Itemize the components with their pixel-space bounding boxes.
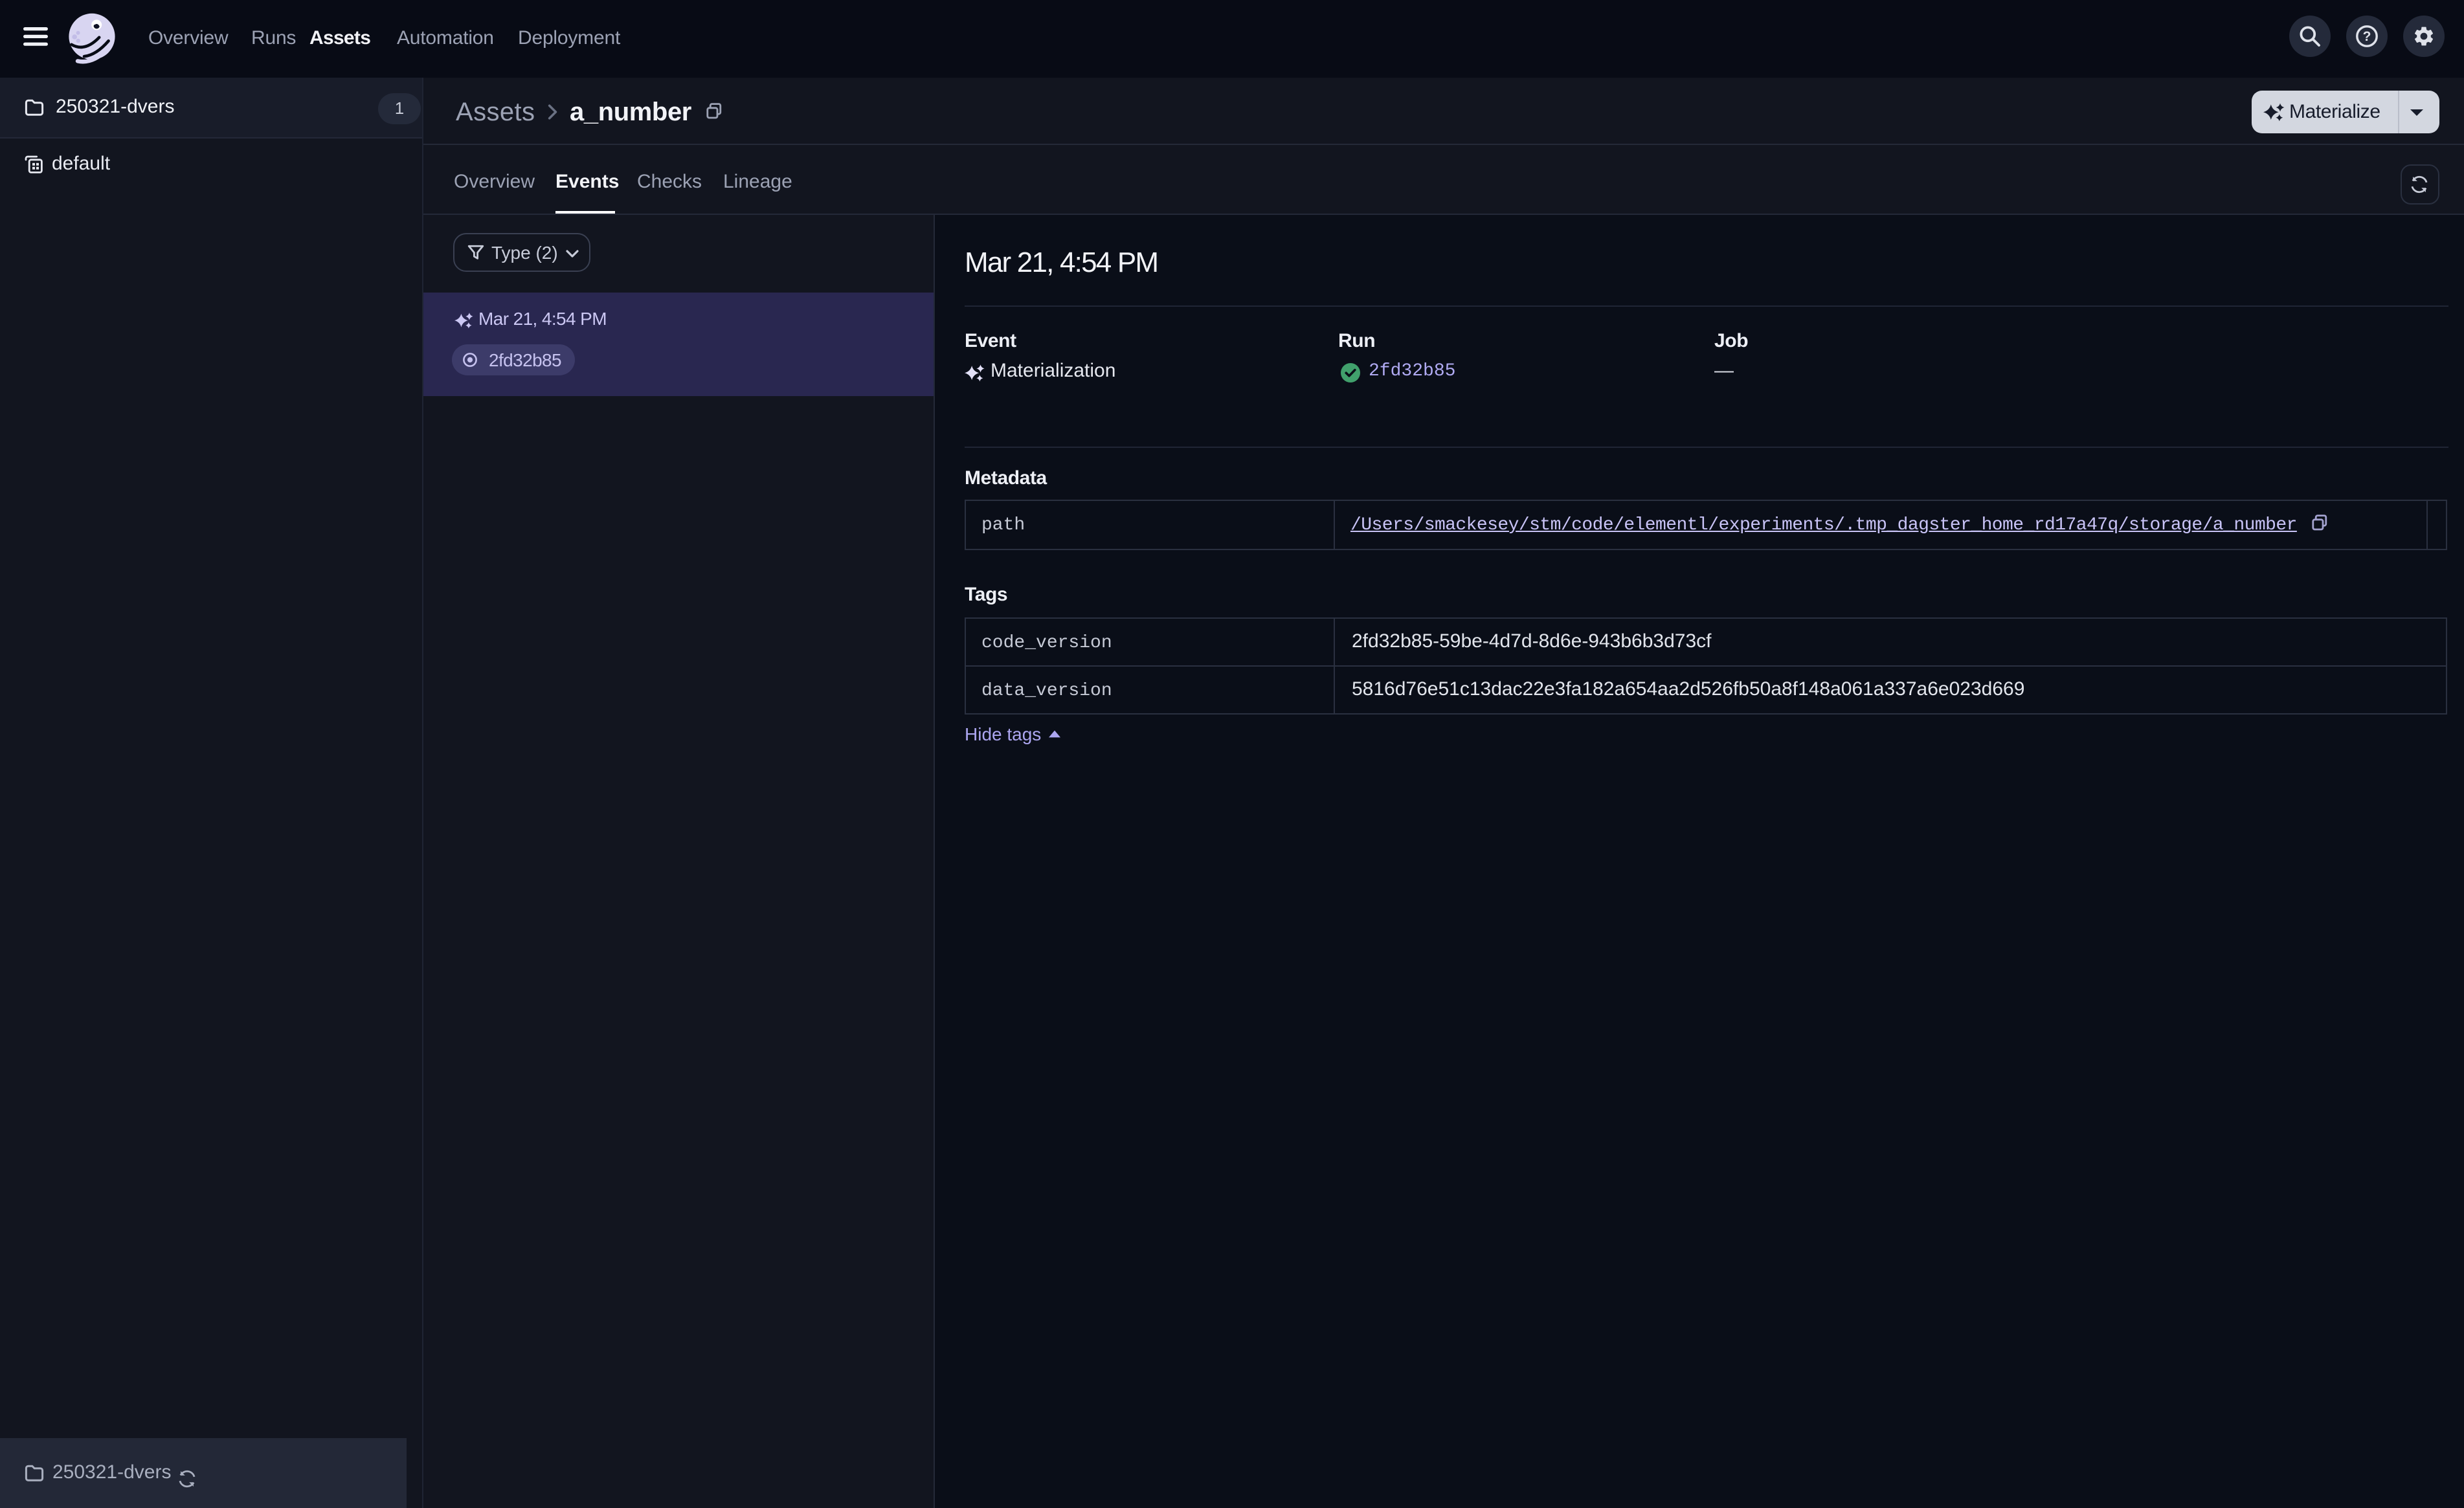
svg-text:?: ? — [2363, 29, 2371, 44]
